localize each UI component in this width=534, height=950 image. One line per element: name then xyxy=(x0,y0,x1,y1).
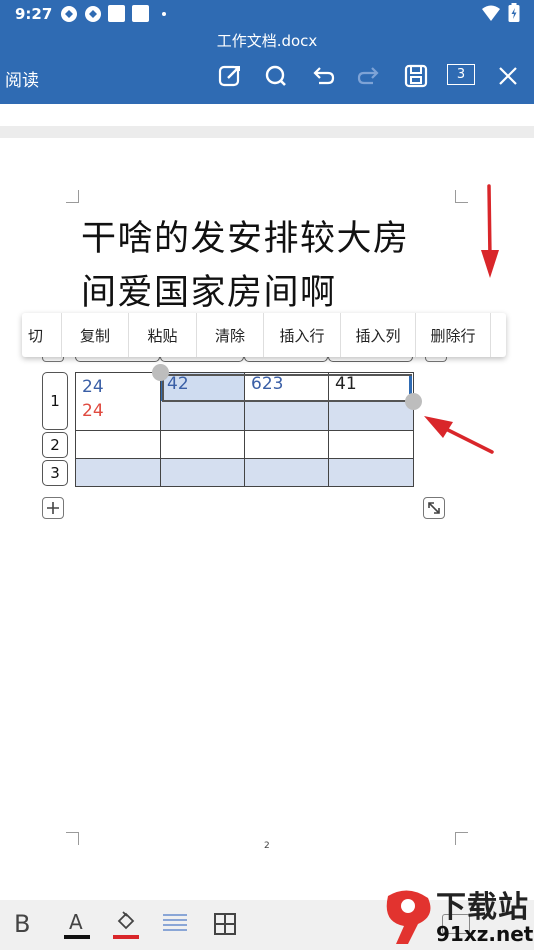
table-cell[interactable] xyxy=(244,430,329,459)
table-row: 24 24 42 623 41 xyxy=(75,372,414,431)
paint-bucket-icon xyxy=(117,911,135,930)
menu-item-insert-column[interactable]: 插入列 xyxy=(341,313,416,357)
cell-text-blue: 24 xyxy=(82,377,104,397)
save-button[interactable] xyxy=(402,62,430,90)
row-header-3[interactable]: 3 xyxy=(42,460,68,486)
table-cell[interactable] xyxy=(244,458,329,487)
margin-mark xyxy=(66,190,79,203)
font-color-swatch xyxy=(64,935,90,939)
notification-icon xyxy=(132,5,149,22)
page-number: 2 xyxy=(264,841,270,851)
app-bar: 工作文档.docx 阅读 3 xyxy=(0,28,534,104)
more-notifications-icon xyxy=(162,12,166,16)
annotation-arrow-left xyxy=(424,416,494,454)
table-cell[interactable]: 42 xyxy=(160,372,245,431)
font-color-label: A xyxy=(69,910,83,934)
undo-icon xyxy=(313,67,335,85)
redo-icon xyxy=(357,67,379,85)
table-cell[interactable]: 41 xyxy=(328,372,414,431)
annotation-arrow-down xyxy=(481,184,499,278)
undo-button[interactable] xyxy=(309,62,337,90)
selection-start-handle[interactable] xyxy=(152,364,169,381)
edit-icon xyxy=(218,65,240,87)
menu-item-copy[interactable]: 复制 xyxy=(62,313,129,357)
table-row xyxy=(75,458,414,487)
sync-icon xyxy=(84,5,102,27)
table-cell[interactable]: 24 24 xyxy=(75,372,161,431)
edit-button[interactable] xyxy=(216,62,244,90)
table-cell[interactable] xyxy=(160,458,245,487)
menu-item-cut[interactable]: 切 xyxy=(22,313,62,357)
table-cell[interactable]: 623 xyxy=(244,372,329,431)
battery-icon xyxy=(508,3,520,27)
shading-grid-icon xyxy=(163,914,187,931)
cell-text-red: 24 xyxy=(82,401,104,421)
shading-button[interactable] xyxy=(163,914,187,938)
table-cell[interactable] xyxy=(328,430,414,459)
status-time: 9:27 xyxy=(15,5,53,23)
menu-item-clear[interactable]: 清除 xyxy=(197,313,264,357)
margin-mark xyxy=(66,832,79,845)
add-row-button[interactable] xyxy=(42,497,64,519)
watermark-url: 91xz.net xyxy=(436,922,534,946)
sync-icon xyxy=(60,5,78,27)
menu-item-insert-row[interactable]: 插入行 xyxy=(264,313,341,357)
document-heading-line-1: 干啥的发安排较大房 xyxy=(81,219,410,259)
previous-page-bottom xyxy=(0,104,534,126)
redo-button[interactable] xyxy=(355,62,383,90)
menu-item-paste[interactable]: 粘贴 xyxy=(129,313,197,357)
highlight-button[interactable] xyxy=(113,908,139,942)
read-mode-button[interactable]: 阅读 xyxy=(5,66,39,91)
highlight-color-swatch xyxy=(113,935,139,939)
document-heading-line-2: 间爱国家房间啊 xyxy=(81,273,337,313)
search-button[interactable] xyxy=(262,62,290,90)
page-count-badge: 3 xyxy=(456,67,466,82)
text-cursor xyxy=(409,376,412,394)
table-cell[interactable] xyxy=(75,458,161,487)
table-cell[interactable] xyxy=(160,430,245,459)
resize-icon xyxy=(428,502,440,514)
close-button[interactable] xyxy=(494,62,522,90)
document-page[interactable]: 干啥的发安排较大房 间爱国家房间啊 2 xyxy=(0,138,534,900)
margin-mark xyxy=(455,832,468,845)
wifi-icon xyxy=(482,5,500,25)
table-borders-button[interactable] xyxy=(213,912,237,940)
cell-text: 42 xyxy=(161,373,244,401)
bold-button[interactable]: B xyxy=(14,910,30,938)
watermark-brand: 下载站 xyxy=(436,890,529,925)
search-icon xyxy=(265,65,286,86)
notification-icon xyxy=(108,5,125,22)
table-grid-icon xyxy=(214,913,236,935)
table-row xyxy=(75,430,414,459)
font-color-button[interactable]: A xyxy=(64,908,90,942)
status-bar: 9:27 xyxy=(0,0,534,28)
cell-text: 41 xyxy=(329,373,413,401)
table-cell[interactable] xyxy=(328,458,414,487)
watermark-logo-icon xyxy=(386,890,431,944)
plus-icon xyxy=(47,502,59,514)
page-count-button[interactable]: 3 xyxy=(447,64,475,85)
menu-item-delete-row[interactable]: 删除行 xyxy=(416,313,491,357)
cell-text: 623 xyxy=(245,373,328,401)
context-menu: 切 复制 粘贴 清除 插入行 插入列 删除行 xyxy=(22,313,506,357)
watermark: 下载站 91xz.net xyxy=(378,880,534,950)
save-icon xyxy=(404,64,428,88)
resize-table-button[interactable] xyxy=(423,497,445,519)
document-table[interactable]: 24 24 42 623 41 xyxy=(75,372,414,487)
row-header-2[interactable]: 2 xyxy=(42,432,68,458)
close-icon xyxy=(499,67,517,85)
margin-mark xyxy=(455,190,468,203)
table-cell[interactable] xyxy=(75,430,161,459)
row-header-1[interactable]: 1 xyxy=(42,372,68,430)
document-title: 工作文档.docx xyxy=(216,32,318,50)
